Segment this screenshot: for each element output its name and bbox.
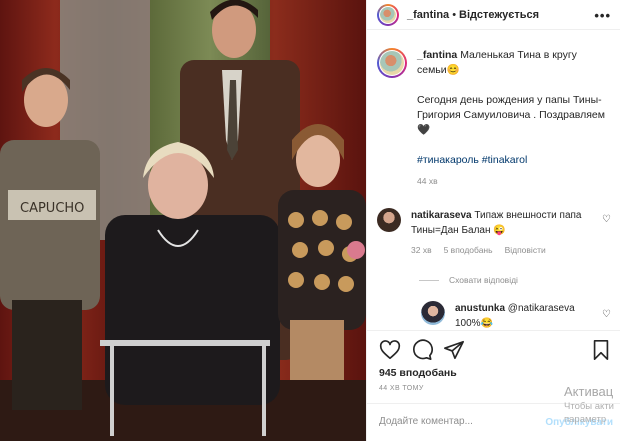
caption-text-line2: Сегодня день рождения у папы Тины- Григо… bbox=[417, 94, 605, 136]
comment-likes[interactable]: 5 вподобань bbox=[444, 243, 493, 258]
comment-meta: 32 хв 5 вподобань Відповісти bbox=[411, 243, 591, 258]
reply-body: anustunka @natikaraseva 100%😂 bbox=[455, 301, 595, 331]
hide-replies-label: Сховати відповіді bbox=[449, 275, 518, 285]
reply-item: anustunka @natikaraseva 100%😂 ♡ bbox=[421, 301, 611, 331]
comment-username[interactable]: natikaraseva bbox=[411, 210, 472, 221]
follow-status-button[interactable]: Відстежується bbox=[459, 9, 539, 21]
author-username[interactable]: _fantina bbox=[407, 9, 449, 21]
windows-activation-watermark: Активац Чтобы акти параметр bbox=[564, 384, 614, 426]
author-avatar[interactable] bbox=[377, 3, 399, 26]
svg-text:CAPUCHO: CAPUCHO bbox=[20, 201, 84, 216]
header-separator: • bbox=[452, 8, 457, 21]
hide-replies-toggle[interactable]: Сховати відповіді bbox=[419, 275, 518, 285]
bookmark-icon bbox=[593, 340, 609, 360]
caption-time: 44 хв bbox=[417, 176, 438, 186]
post-side-panel: _fantina • Відстежується ••• _fantina Ма… bbox=[366, 0, 620, 441]
reply-like-heart-icon[interactable]: ♡ bbox=[602, 309, 611, 320]
likes-count[interactable]: 945 вподобань bbox=[379, 367, 457, 379]
post-time-ago[interactable]: 44 ХВ ТОМУ bbox=[379, 385, 424, 392]
like-heart-icon[interactable] bbox=[379, 339, 401, 361]
action-icons bbox=[379, 339, 465, 361]
reply-thread-line bbox=[419, 279, 439, 281]
watermark-line3: параметр bbox=[564, 414, 607, 425]
comment-time: 32 хв bbox=[411, 245, 432, 255]
share-paper-plane-icon[interactable] bbox=[443, 339, 465, 361]
post-header: _fantina • Відстежується ••• bbox=[367, 0, 620, 30]
comment-item: natikaraseva Типаж внешности папа Тины=Д… bbox=[377, 208, 611, 258]
comment-body: natikaraseva Типаж внешности папа Тины=Д… bbox=[411, 208, 591, 258]
caption-body: _fantina Маленькая Тина в кругу семьи😊 С… bbox=[417, 48, 607, 189]
more-horizontal-icon[interactable]: ••• bbox=[594, 8, 611, 23]
comment-bubble-icon[interactable] bbox=[411, 339, 433, 361]
reply-avatar[interactable] bbox=[421, 301, 445, 325]
caption: _fantina Маленькая Тина в кругу семьи😊 С… bbox=[377, 48, 611, 189]
caption-username[interactable]: _fantina bbox=[417, 49, 457, 61]
save-bookmark-button[interactable] bbox=[591, 339, 611, 361]
caption-author-avatar[interactable] bbox=[377, 48, 407, 78]
comment-reply-button[interactable]: Відповісти bbox=[505, 243, 546, 258]
family-photo-illustration: CAPUCHO bbox=[0, 0, 366, 441]
comment-like-heart-icon[interactable]: ♡ bbox=[602, 214, 611, 225]
watermark-line2: Чтобы акти bbox=[564, 401, 614, 412]
comments-area[interactable]: _fantina Маленькая Тина в кругу семьи😊 С… bbox=[367, 48, 620, 330]
commenter-avatar[interactable] bbox=[377, 208, 401, 232]
caption-hashtags[interactable]: #тинакароль #tinakarol bbox=[417, 153, 607, 168]
post-photo[interactable]: CAPUCHO bbox=[0, 0, 366, 441]
reply-username[interactable]: anustunka bbox=[455, 303, 505, 314]
watermark-line1: Активац bbox=[564, 384, 614, 399]
